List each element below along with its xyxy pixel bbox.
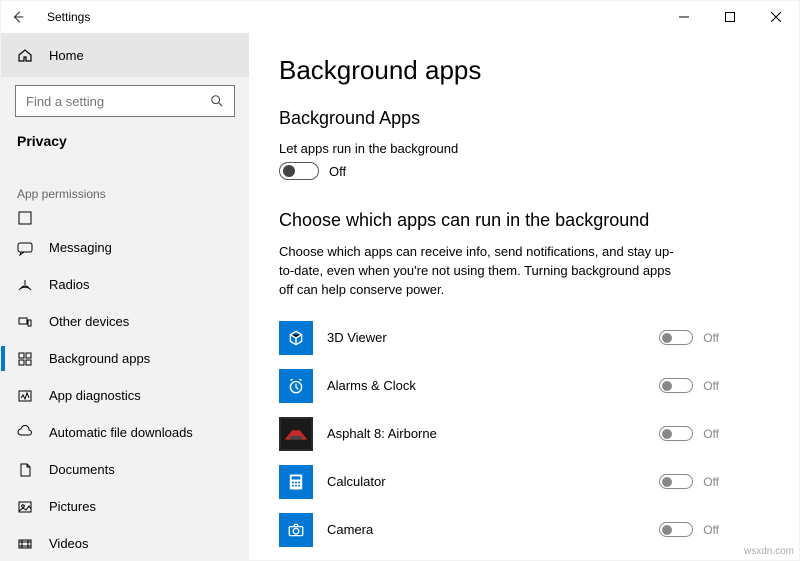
app-row: Alarms & Clock Off — [279, 362, 719, 410]
window-title: Settings — [35, 10, 90, 24]
messaging-icon — [17, 240, 33, 256]
app-toggle-state: Off — [703, 427, 719, 441]
app-toggle-state: Off — [703, 379, 719, 393]
app-list: 3D ViewerOffAlarms & ClockOffAsphalt 8: … — [279, 314, 769, 560]
app-icon — [279, 465, 313, 499]
sidebar-item-app-diagnostics[interactable]: App diagnostics — [1, 377, 249, 414]
sidebar-item-label: Radios — [49, 277, 89, 292]
sidebar-subheader: App permissions — [1, 163, 249, 207]
app-toggle[interactable] — [659, 474, 693, 489]
sidebar-item-label: Videos — [49, 536, 89, 551]
app-toggle-cell: Off — [659, 330, 719, 345]
app-name: Asphalt 8: Airborne — [327, 426, 645, 441]
minimize-icon — [679, 12, 689, 22]
sidebar-item-label: Pictures — [49, 499, 96, 514]
sidebar-home[interactable]: Home — [1, 33, 249, 77]
app-toggle[interactable] — [659, 378, 693, 393]
page-title: Background apps — [279, 55, 769, 86]
section-description: Choose which apps can receive info, send… — [279, 243, 679, 300]
sidebar-item-other-devices[interactable]: Other devices — [1, 303, 249, 340]
app-name: Alarms & Clock — [327, 378, 645, 393]
master-toggle-state: Off — [329, 164, 346, 179]
sidebar-nav: Tasks Messaging Radios Other devices Bac… — [1, 207, 249, 560]
sidebar-item-radios[interactable]: Radios — [1, 266, 249, 303]
app-toggle-cell: Off — [659, 426, 719, 441]
master-toggle[interactable] — [279, 162, 319, 180]
background-apps-icon — [17, 351, 33, 367]
app-row: Calculator Off — [279, 458, 719, 506]
app-toggle-state: Off — [703, 475, 719, 489]
section-heading-apps: Choose which apps can run in the backgro… — [279, 210, 769, 231]
close-button[interactable] — [753, 1, 799, 33]
app-toggle-cell: Off — [659, 474, 719, 489]
sidebar-item-label: Background apps — [49, 351, 150, 366]
app-toggle-cell: Off — [659, 378, 719, 393]
sidebar-section: Privacy — [1, 123, 249, 163]
minimize-button[interactable] — [661, 1, 707, 33]
app-name: 3D Viewer — [327, 330, 645, 345]
master-toggle-label: Let apps run in the background — [279, 141, 769, 156]
app-icon — [279, 513, 313, 547]
app-toggle-cell: Off — [659, 522, 719, 537]
other-devices-icon — [17, 314, 33, 330]
sidebar-item-pictures[interactable]: Pictures — [1, 488, 249, 525]
app-toggle-state: Off — [703, 523, 719, 537]
search-icon — [210, 94, 224, 108]
sidebar-item-label: App diagnostics — [49, 388, 141, 403]
back-button[interactable] — [1, 1, 35, 33]
videos-icon — [17, 536, 33, 552]
titlebar: Settings — [1, 1, 799, 33]
app-row: Camera Off — [279, 506, 719, 554]
tasks-icon — [17, 210, 33, 226]
sidebar-item-documents[interactable]: Documents — [1, 451, 249, 488]
app-row: 3D Viewer Off — [279, 314, 719, 362]
app-toggle-state: Off — [703, 331, 719, 345]
sidebar-item-automatic-file-downloads[interactable]: Automatic file downloads — [1, 414, 249, 451]
app-row: Asphalt 8: Airborne Off — [279, 410, 719, 458]
section-heading-master: Background Apps — [279, 108, 769, 129]
sidebar-item-label: Documents — [49, 462, 115, 477]
sidebar-item-videos[interactable]: Videos — [1, 525, 249, 560]
cloud-download-icon — [17, 425, 33, 441]
search-box[interactable] — [15, 85, 235, 117]
maximize-icon — [725, 12, 735, 22]
back-arrow-icon — [11, 10, 25, 24]
app-name: Camera — [327, 522, 645, 537]
sidebar-item-messaging[interactable]: Messaging — [1, 229, 249, 266]
close-icon — [771, 12, 781, 22]
app-toggle[interactable] — [659, 426, 693, 441]
maximize-button[interactable] — [707, 1, 753, 33]
main-panel: Background apps Background Apps Let apps… — [249, 33, 799, 560]
sidebar-item-label: Other devices — [49, 314, 129, 329]
sidebar: Home Privacy App permissions Tasks Messa… — [1, 33, 249, 560]
sidebar-item-label: Messaging — [49, 240, 112, 255]
app-icon — [279, 369, 313, 403]
app-diagnostics-icon — [17, 388, 33, 404]
sidebar-item-label: Automatic file downloads — [49, 425, 193, 440]
home-icon — [17, 47, 33, 63]
documents-icon — [17, 462, 33, 478]
search-input[interactable] — [26, 94, 210, 109]
radios-icon — [17, 277, 33, 293]
watermark: wsxdn.com — [744, 546, 794, 557]
sidebar-item-background-apps[interactable]: Background apps — [1, 340, 249, 377]
app-toggle[interactable] — [659, 522, 693, 537]
sidebar-item-tasks[interactable]: Tasks — [1, 207, 249, 229]
sidebar-home-label: Home — [49, 48, 84, 63]
app-icon — [279, 417, 313, 451]
pictures-icon — [17, 499, 33, 515]
app-icon — [279, 321, 313, 355]
app-toggle[interactable] — [659, 330, 693, 345]
app-row: CortanaOff — [279, 554, 719, 560]
app-name: Calculator — [327, 474, 645, 489]
